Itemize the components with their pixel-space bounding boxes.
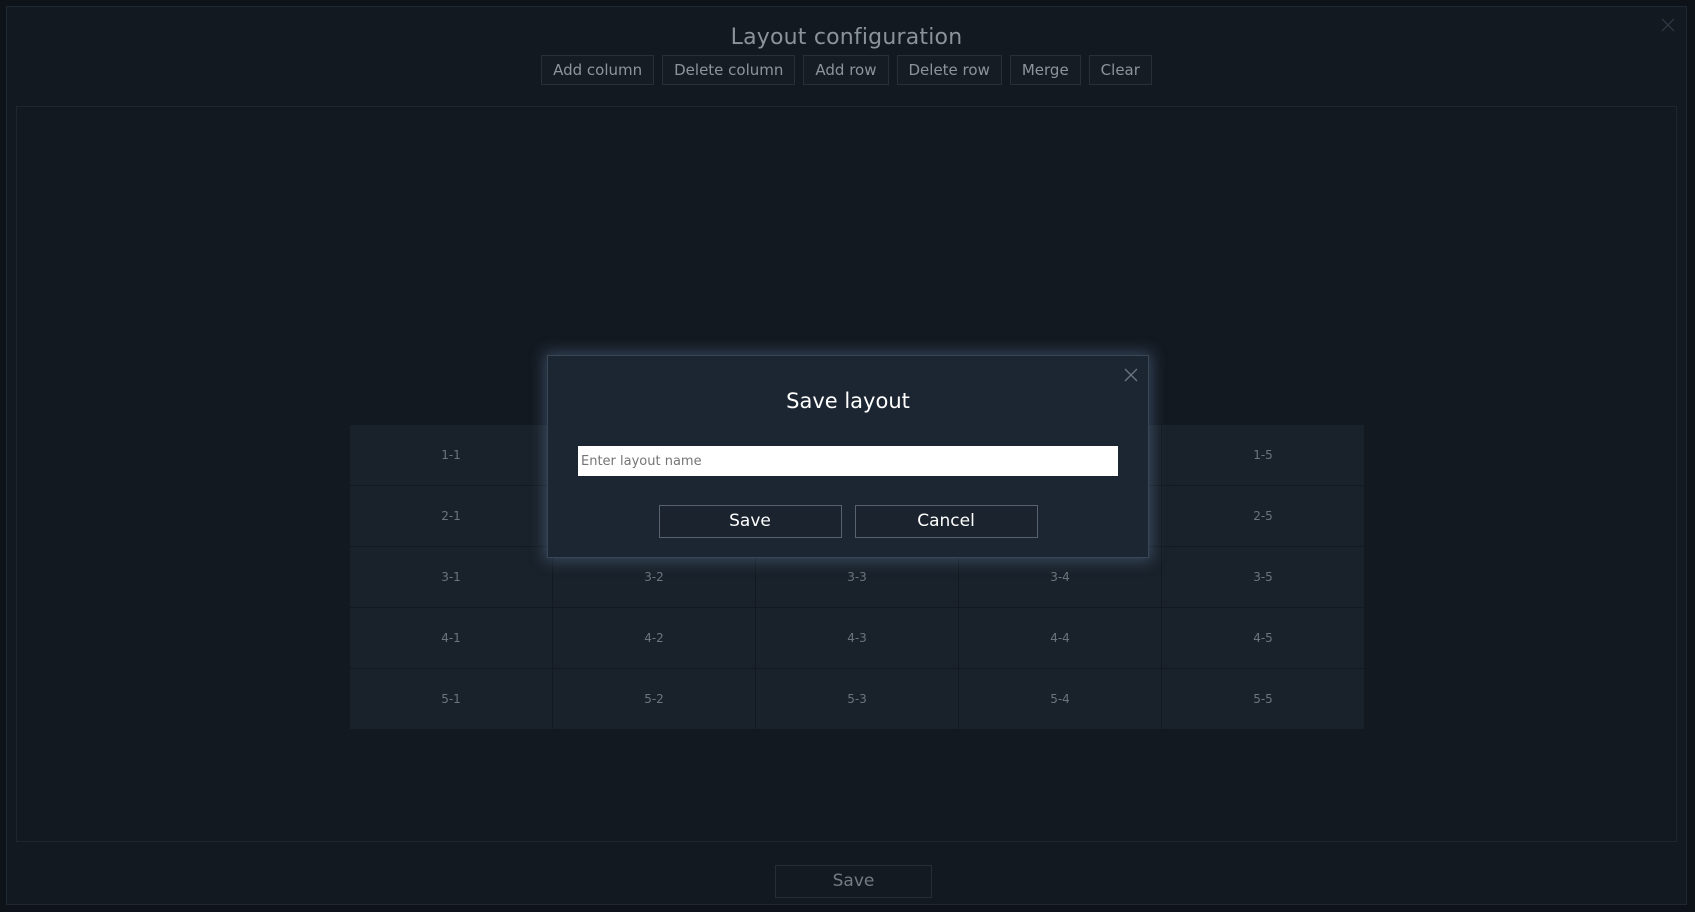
grid-cell[interactable]: 2-5 <box>1162 486 1365 547</box>
toolbar: Add column Delete column Add row Delete … <box>7 55 1686 85</box>
grid-cell[interactable]: 4-5 <box>1162 608 1365 669</box>
close-icon[interactable] <box>1658 15 1678 35</box>
grid-cell[interactable]: 1-1 <box>350 425 553 486</box>
merge-button[interactable]: Merge <box>1009 55 1081 85</box>
grid-cell[interactable]: 5-4 <box>959 669 1162 730</box>
dialog-actions: Save Cancel <box>548 505 1148 538</box>
window-title: Layout configuration <box>730 25 963 50</box>
grid-cell[interactable]: 5-2 <box>553 669 756 730</box>
add-column-button[interactable]: Add column <box>541 55 655 85</box>
save-layout-button[interactable]: Save <box>775 865 932 898</box>
grid-cell[interactable]: 5-3 <box>756 669 959 730</box>
grid-cell[interactable]: 3-5 <box>1162 547 1365 608</box>
close-icon[interactable] <box>1122 366 1140 384</box>
layout-name-input[interactable] <box>578 446 1118 476</box>
delete-column-button[interactable]: Delete column <box>662 55 796 85</box>
grid-cell[interactable]: 4-3 <box>756 608 959 669</box>
grid-cell[interactable]: 4-1 <box>350 608 553 669</box>
grid-cell[interactable]: 1-5 <box>1162 425 1365 486</box>
save-layout-dialog: Save layout Save Cancel <box>547 355 1149 558</box>
save-button[interactable]: Save <box>658 505 842 538</box>
grid-cell[interactable]: 3-1 <box>350 547 553 608</box>
grid-cell[interactable]: 4-2 <box>553 608 756 669</box>
delete-row-button[interactable]: Delete row <box>896 55 1002 85</box>
grid-cell[interactable]: 5-5 <box>1162 669 1365 730</box>
grid-cell[interactable]: 2-1 <box>350 486 553 547</box>
add-row-button[interactable]: Add row <box>803 55 889 85</box>
clear-button[interactable]: Clear <box>1088 55 1152 85</box>
cancel-button[interactable]: Cancel <box>854 505 1038 538</box>
grid-cell[interactable]: 5-1 <box>350 669 553 730</box>
grid-cell[interactable]: 4-4 <box>959 608 1162 669</box>
dialog-title: Save layout <box>786 389 910 413</box>
